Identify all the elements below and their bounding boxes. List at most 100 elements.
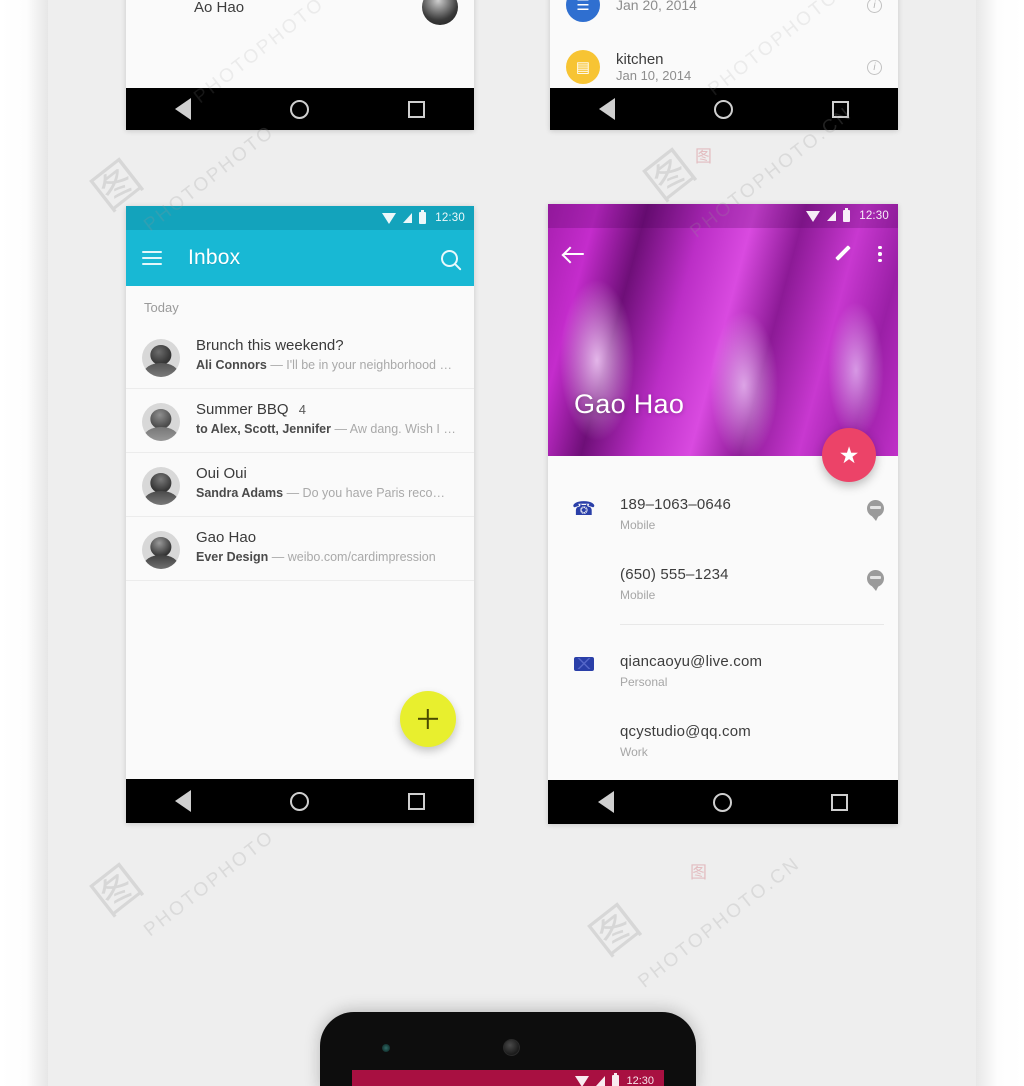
email-address: qcystudio@qq.com <box>620 723 751 740</box>
proximity-sensor <box>382 1044 390 1052</box>
screen-top-left-partial: Ao Hao <box>126 0 474 130</box>
mail-subject: Summer BBQ <box>196 401 289 418</box>
recents-nav-icon[interactable] <box>407 792 425 810</box>
recents-nav-icon[interactable] <box>831 100 849 118</box>
mail-sender: Sandra Adams <box>196 486 284 500</box>
mail-snippet: — I'll be in your neighborhood … <box>270 358 452 372</box>
phone-number: 189–1063–0646 <box>620 496 732 513</box>
email-section: qiancaoyu@live.com Personal qcystudio@qq… <box>548 639 898 771</box>
page-right-edge <box>976 0 1024 1086</box>
android-navbar <box>548 780 898 824</box>
home-nav-icon[interactable] <box>712 792 732 812</box>
screen-inbox: 12:30 Inbox Today Brunch this weekend? A… <box>126 206 474 823</box>
wifi-icon <box>382 212 397 224</box>
info-icon[interactable]: i <box>867 59 882 75</box>
back-arrow-icon[interactable] <box>564 246 584 262</box>
phone-entry-row[interactable]: (650) 555–1234 Mobile <box>620 544 884 614</box>
document-icon: ☰ <box>566 0 600 22</box>
message-bubble-icon[interactable] <box>867 500 884 521</box>
info-icon[interactable]: i <box>867 0 882 13</box>
avatar <box>142 467 180 505</box>
contact-toolbar <box>548 228 898 280</box>
wifi-icon <box>806 210 821 222</box>
contact-hero-photo: 12:30 Gao Hao ★ <box>548 204 898 482</box>
back-nav-icon[interactable] <box>175 790 192 812</box>
status-bar: 12:30 <box>352 1070 664 1086</box>
signal-icon <box>596 1076 606 1086</box>
email-address: qiancaoyu@live.com <box>620 653 763 670</box>
mail-snippet: — weibo.com/cardimpression <box>271 550 436 564</box>
hamburger-menu-icon[interactable] <box>142 250 162 266</box>
mail-sender: Ali Connors <box>196 358 267 372</box>
overflow-menu-icon[interactable] <box>878 245 882 263</box>
page-left-edge <box>0 0 48 1086</box>
mail-subject: Brunch this weekend? <box>196 337 344 354</box>
avatar <box>142 531 180 569</box>
avatar <box>142 403 180 441</box>
phone-number: (650) 555–1234 <box>620 566 729 583</box>
list-item-date: Jan 20, 2014 <box>616 0 697 13</box>
avatar <box>142 339 180 377</box>
status-time: 12:30 <box>626 1075 654 1086</box>
pencil-edit-icon[interactable] <box>834 245 852 263</box>
android-navbar <box>550 88 898 130</box>
status-time: 12:30 <box>435 212 465 224</box>
wifi-icon <box>575 1075 590 1086</box>
phone-label: Mobile <box>620 588 656 602</box>
battery-icon <box>419 209 427 224</box>
search-icon[interactable] <box>441 249 458 267</box>
list-item[interactable]: ☰ Jan 20, 2014 i <box>550 0 898 28</box>
contact-row-ao-hao[interactable]: Ao Hao <box>126 0 474 25</box>
back-nav-icon[interactable] <box>597 791 614 813</box>
mail-subject: Oui Oui <box>196 465 247 482</box>
mail-list-item[interactable]: Oui Oui Sandra Adams — Do you have Paris… <box>126 453 474 517</box>
status-bar: 12:30 <box>548 204 898 228</box>
home-nav-icon[interactable] <box>289 791 309 811</box>
email-entry-row[interactable]: qcystudio@qq.com Work <box>620 701 884 771</box>
section-divider <box>620 624 884 625</box>
mail-thread-count: 4 <box>298 402 306 417</box>
mail-snippet: — Do you have Paris reco… <box>286 486 445 500</box>
home-nav-icon[interactable] <box>713 99 733 119</box>
recents-nav-icon[interactable] <box>831 793 849 811</box>
screen-top-right-partial: ☰ Jan 20, 2014 i ▤ kitchen Jan 10, 2014 … <box>550 0 898 130</box>
phone-label: Mobile <box>620 518 656 532</box>
app-bar: Inbox <box>126 230 474 286</box>
phone-icon: ☎ <box>572 499 596 520</box>
mail-list-item[interactable]: Gao Hao Ever Design — weibo.com/cardimpr… <box>126 517 474 581</box>
recents-nav-icon[interactable] <box>407 100 425 118</box>
plus-icon <box>418 709 438 729</box>
phone-entry-row[interactable]: 189–1063–0646 Mobile <box>620 482 884 544</box>
list-item[interactable]: ▤ kitchen Jan 10, 2014 i <box>550 28 898 90</box>
contact-name: Ao Hao <box>194 0 245 16</box>
avatar <box>422 0 458 25</box>
message-bubble-icon[interactable] <box>867 570 884 591</box>
back-nav-icon[interactable] <box>175 98 192 120</box>
android-navbar <box>126 88 474 130</box>
device-screen: 12:30 <box>352 1070 664 1086</box>
mail-list-item[interactable]: Summer BBQ 4 to Alex, Scott, Jennifer — … <box>126 389 474 453</box>
star-icon: ★ <box>838 441 860 468</box>
battery-icon <box>843 207 851 222</box>
android-navbar <box>126 779 474 823</box>
mail-list-item[interactable]: Brunch this weekend? Ali Connors — I'll … <box>126 325 474 389</box>
back-nav-icon[interactable] <box>599 98 616 120</box>
favorite-star-fab[interactable]: ★ <box>822 428 876 482</box>
mail-sender: Ever Design <box>196 550 269 564</box>
compose-fab[interactable] <box>400 691 456 747</box>
folder-icon: ▤ <box>566 50 600 84</box>
email-label: Work <box>620 745 648 759</box>
signal-icon <box>403 213 413 223</box>
device-mockup-bottom: 12:30 <box>320 1012 696 1086</box>
home-nav-icon[interactable] <box>289 99 309 119</box>
screen-contact-detail: 12:30 Gao Hao ★ ☎ 189–1063–0646 Mobile (… <box>548 204 898 824</box>
screenshot-root: Ao Hao ☰ Jan 20, 2014 i ▤ kitchen Jan 10… <box>0 0 1024 1086</box>
page-title: Inbox <box>188 246 241 269</box>
signal-icon <box>827 211 837 221</box>
email-entry-row[interactable]: qiancaoyu@live.com Personal <box>620 639 884 701</box>
phone-section: ☎ 189–1063–0646 Mobile (650) 555–1234 Mo… <box>548 482 898 625</box>
mail-snippet: — Aw dang. Wish I … <box>334 422 456 436</box>
status-time: 12:30 <box>859 210 889 222</box>
email-label: Personal <box>620 675 668 689</box>
front-camera <box>503 1039 520 1056</box>
